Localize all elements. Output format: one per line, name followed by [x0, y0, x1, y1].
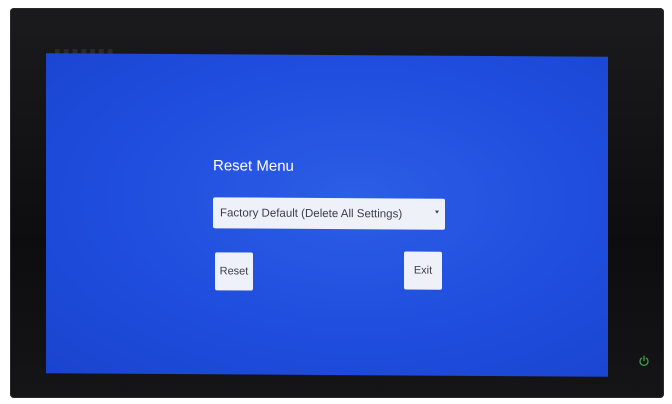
reset-button-label: Reset [219, 265, 249, 278]
menu-title: Reset Menu [213, 157, 294, 175]
reset-type-dropdown[interactable]: Factory Default (Delete All Settings) [213, 197, 445, 230]
display-screen: Reset Menu Factory Default (Delete All S… [46, 53, 608, 377]
power-icon[interactable] [638, 355, 650, 367]
exit-button[interactable]: Exit [404, 251, 442, 290]
reset-button[interactable]: Reset [215, 252, 253, 291]
exit-button-label: Exit [413, 264, 433, 277]
chevron-down-icon [435, 210, 439, 214]
reset-type-value: Factory Default (Delete All Settings) [220, 206, 403, 220]
